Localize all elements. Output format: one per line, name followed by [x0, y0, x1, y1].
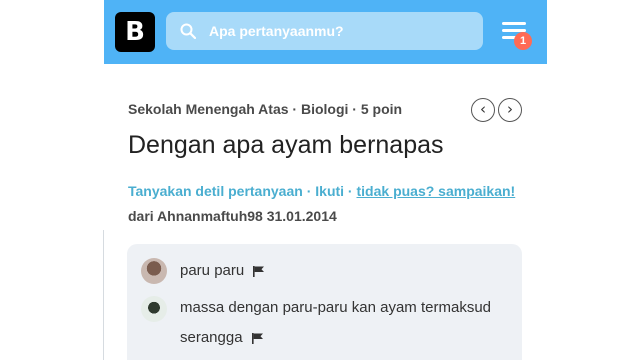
next-question-button[interactable]: › [498, 98, 522, 122]
previous-question-button[interactable]: ‹ [471, 98, 495, 122]
avatar[interactable] [141, 296, 167, 322]
comments-box: paru paru massa dengan paru-paru kan aya… [127, 244, 522, 360]
comment-text: paru paru [180, 256, 510, 286]
right-margin [547, 0, 640, 360]
avatar[interactable] [141, 258, 167, 284]
question-title: Dengan apa ayam bernapas [128, 131, 444, 159]
brainly-logo[interactable]: B [115, 12, 155, 52]
search-input[interactable]: Apa pertanyaanmu? [166, 12, 483, 50]
author-line: dari Ahnanmaftuh98 31.01.2014 [128, 208, 337, 224]
search-icon [180, 23, 196, 39]
notification-badge: 1 [514, 32, 532, 50]
logo-letter: B [125, 17, 145, 47]
comment-text: massa dengan paru-paru kan ayam termaksu… [180, 293, 510, 353]
report-link[interactable]: tidak puas? sampaikan! [357, 183, 516, 199]
action-separator: · [302, 183, 316, 199]
app-screen: B Apa pertanyaanmu? 1 Sekolah Menengah A… [104, 0, 547, 360]
flag-icon[interactable] [253, 265, 265, 277]
action-separator: · [344, 183, 357, 199]
follow-link[interactable]: Ikuti [315, 183, 344, 199]
question-meta: Sekolah Menengah Atas · Biologi · 5 poin [128, 101, 403, 117]
flag-icon[interactable] [251, 332, 264, 344]
ask-detail-link[interactable]: Tanyakan detil pertanyaan [128, 183, 303, 199]
search-placeholder: Apa pertanyaanmu? [209, 23, 344, 39]
top-bar: B Apa pertanyaanmu? 1 [104, 0, 547, 64]
question-actions: Tanyakan detil pertanyaan · Ikuti · tida… [128, 183, 515, 199]
comment-body: paru paru [180, 262, 245, 279]
left-margin [0, 0, 103, 360]
comment-body: massa dengan paru-paru kan ayam termaksu… [180, 299, 492, 346]
